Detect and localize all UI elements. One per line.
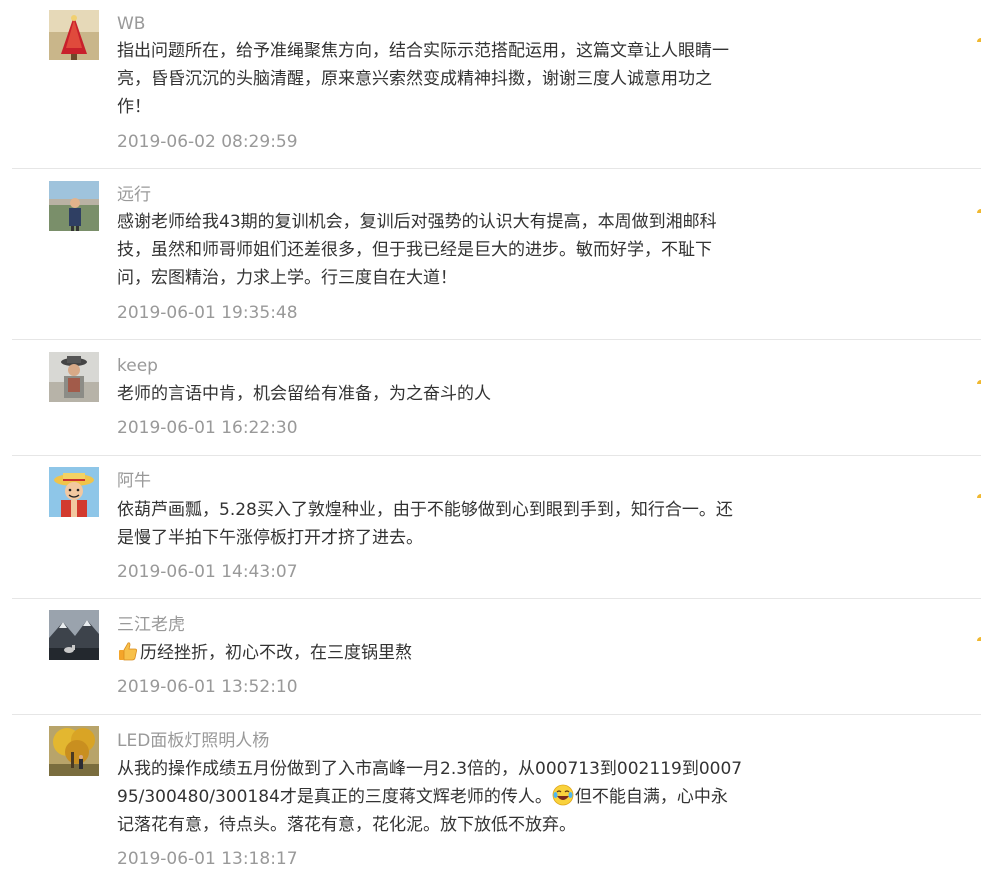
divider xyxy=(12,714,981,715)
comment-username[interactable]: WB xyxy=(117,14,145,34)
outdoor-person-avatar[interactable] xyxy=(49,181,99,231)
comment-text: 历经挫折，初心不改，在三度锅里熬 xyxy=(117,639,757,667)
comment-username[interactable]: 远行 xyxy=(117,185,151,205)
comment-timestamp: 2019-06-01 14:43:07 xyxy=(117,562,298,582)
comment-timestamp: 2019-06-01 13:18:17 xyxy=(117,849,298,869)
comment-username[interactable]: keep xyxy=(117,356,158,376)
comment-text: 老师的言语中肯，机会留给有准备，为之奋斗的人 xyxy=(117,384,491,404)
comment-timestamp: 2019-06-02 08:29:59 xyxy=(117,132,298,152)
divider xyxy=(12,339,981,340)
laughing-tears-emoji xyxy=(552,784,574,806)
comment-text: 指出问题所在，给予准绳聚焦方向，结合实际示范搭配运用，这篇文章让人眼睛一 亮，昏… xyxy=(117,41,729,117)
comment-username[interactable]: 阿牛 xyxy=(117,471,151,491)
comment-timestamp: 2019-06-01 19:35:48 xyxy=(117,303,298,323)
divider xyxy=(12,168,981,169)
like-icon[interactable] xyxy=(975,374,981,384)
like-icon[interactable] xyxy=(975,488,981,498)
comment-timestamp: 2019-06-01 16:22:30 xyxy=(117,418,298,438)
red-tree-avatar[interactable] xyxy=(49,10,99,60)
divider xyxy=(12,455,981,456)
comment-username[interactable]: 三江老虎 xyxy=(117,615,185,635)
mountain-wolf-avatar[interactable] xyxy=(49,610,99,660)
like-icon[interactable] xyxy=(975,631,981,641)
like-icon[interactable] xyxy=(975,32,981,42)
comment-timestamp: 2019-06-01 13:52:10 xyxy=(117,677,298,697)
like-icon[interactable] xyxy=(975,203,981,213)
cartoon-straw-hat-avatar[interactable] xyxy=(49,467,99,517)
autumn-tree-avatar[interactable] xyxy=(49,726,99,776)
thumbs-up-emoji xyxy=(117,640,139,662)
comment-text: 从我的操作成绩五月份做到了入市高峰一月2.3倍的，从000713到002119到… xyxy=(117,759,743,835)
comment-text: 依葫芦画瓢，5.28买入了敦煌种业，由于不能够做到心到眼到手到，知行合一。还 是… xyxy=(117,500,733,548)
comment-username[interactable]: LED面板灯照明人杨 xyxy=(117,731,269,751)
divider xyxy=(12,598,981,599)
comment-text: 感谢老师给我43期的复训机会，复训后对强势的认识大有提高，本周做到湘邮科 技，虽… xyxy=(117,212,717,288)
hat-person-avatar[interactable] xyxy=(49,352,99,402)
